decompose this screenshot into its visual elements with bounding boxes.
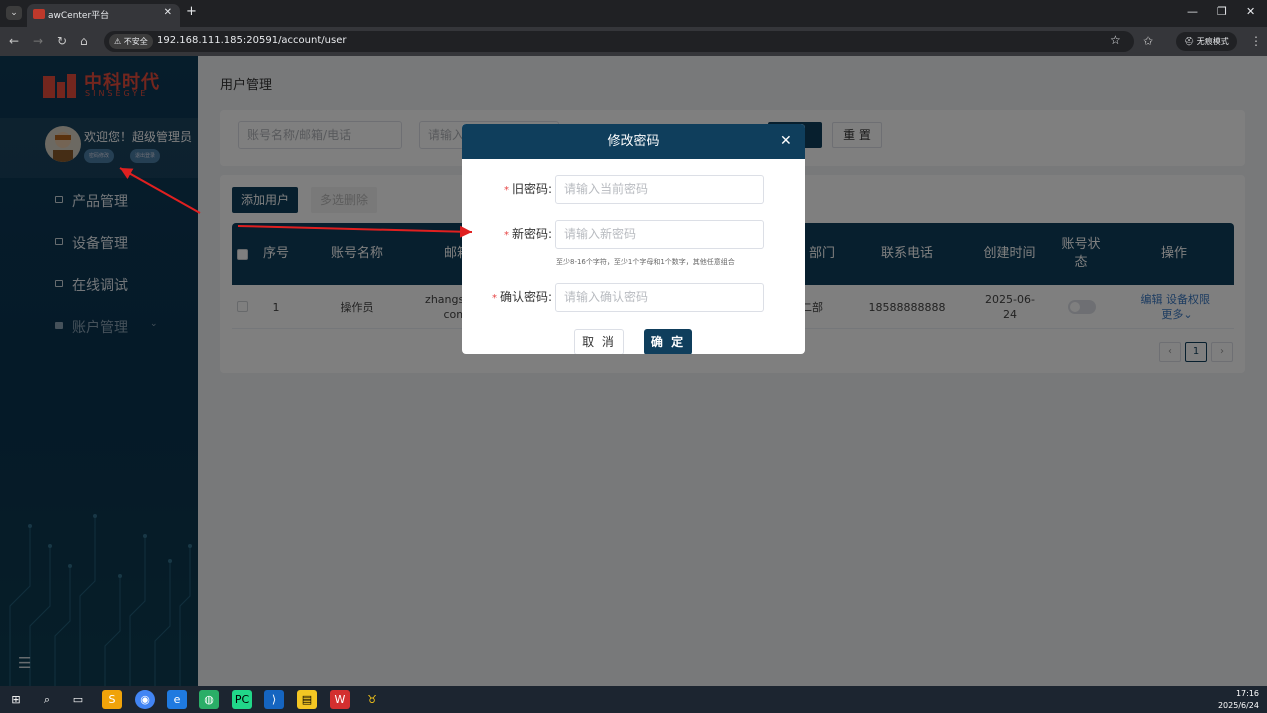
wps-app-icon[interactable]: W xyxy=(330,690,350,709)
confirm-password-label: * 确认密码: xyxy=(491,290,552,304)
browser-toolbar: ← → ↻ ⌂ ⚠ 不安全 192.168.111.185:20591/acco… xyxy=(0,27,1267,56)
browser-menu-icon[interactable]: ⋮ xyxy=(1250,34,1262,48)
wechat-app-icon[interactable]: ◍ xyxy=(199,690,219,709)
browser-tabbar: ⌄ awCenter平台 ✕ + — ❐ ✕ xyxy=(0,0,1267,27)
forward-icon[interactable]: → xyxy=(33,34,43,48)
extensions-icon[interactable]: ✩ xyxy=(1143,34,1153,48)
edge-app-icon[interactable]: e xyxy=(167,690,187,709)
new-password-input[interactable]: 请输入新密码 xyxy=(555,220,764,249)
reload-icon[interactable]: ↻ xyxy=(57,34,67,48)
dialog-header: 修改密码 ✕ xyxy=(462,124,805,159)
new-tab-icon[interactable]: + xyxy=(186,4,197,19)
close-icon[interactable]: ✕ xyxy=(780,132,792,150)
search-icon[interactable]: ⌕ xyxy=(37,690,57,709)
address-bar[interactable]: ⚠ 不安全 192.168.111.185:20591/account/user xyxy=(104,31,1134,52)
window-close-icon[interactable]: ✕ xyxy=(1246,5,1255,18)
pycharm-app-icon[interactable]: PC xyxy=(232,690,252,709)
tab-search-icon[interactable]: ⌄ xyxy=(6,6,22,20)
clock-date: 2025/6/24 xyxy=(1217,701,1259,710)
back-icon[interactable]: ← xyxy=(9,34,19,48)
insecure-badge[interactable]: ⚠ 不安全 xyxy=(109,34,153,49)
old-password-input[interactable]: 请输入当前密码 xyxy=(555,175,764,204)
minimize-icon[interactable]: — xyxy=(1187,5,1198,18)
new-password-label: * 新密码: xyxy=(503,227,552,241)
old-password-label: * 旧密码: xyxy=(503,182,552,196)
confirm-password-input[interactable]: 请输入确认密码 xyxy=(555,283,764,312)
sublime-app-icon[interactable]: S xyxy=(102,690,122,709)
favicon-icon xyxy=(33,9,45,19)
chrome-app-icon[interactable]: ◉ xyxy=(135,690,155,709)
app-icon[interactable]: ♉ xyxy=(362,690,382,709)
url-text[interactable]: 192.168.111.185:20591/account/user xyxy=(157,35,346,46)
file-explorer-icon[interactable]: ▤ xyxy=(297,690,317,709)
incognito-badge[interactable]: ⛑ 无痕模式 xyxy=(1176,32,1237,51)
restore-icon[interactable]: ❐ xyxy=(1217,5,1227,18)
confirm-button[interactable]: 确 定 xyxy=(644,329,692,354)
tab-close-icon[interactable]: ✕ xyxy=(164,7,172,18)
os-taskbar: ⊞ ⌕ ▭ S ◉ e ◍ PC ⟩ ▤ W ♉ 17:16 2025/6/24 xyxy=(0,686,1267,713)
task-view-icon[interactable]: ▭ xyxy=(68,690,88,709)
change-password-dialog: 修改密码 ✕ * 旧密码: 请输入当前密码 * 新密码: 请输入新密码 至少8-16… xyxy=(462,124,805,354)
password-hint: 至少8-16个字符，至少1个字母和1个数字，其他任意组合 xyxy=(556,258,735,266)
cancel-button[interactable]: 取 消 xyxy=(574,329,624,354)
vscode-app-icon[interactable]: ⟩ xyxy=(264,690,284,709)
system-clock[interactable]: 17:16 2025/6/24 xyxy=(1218,688,1259,712)
start-icon[interactable]: ⊞ xyxy=(6,690,26,709)
tab-title: awCenter平台 xyxy=(48,11,110,21)
bookmark-star-icon[interactable]: ☆ xyxy=(1110,33,1121,47)
clock-time: 17:16 xyxy=(1235,689,1259,698)
dialog-title: 修改密码 xyxy=(607,134,660,149)
home-icon[interactable]: ⌂ xyxy=(80,34,88,48)
browser-tab[interactable]: awCenter平台 ✕ xyxy=(27,4,180,27)
